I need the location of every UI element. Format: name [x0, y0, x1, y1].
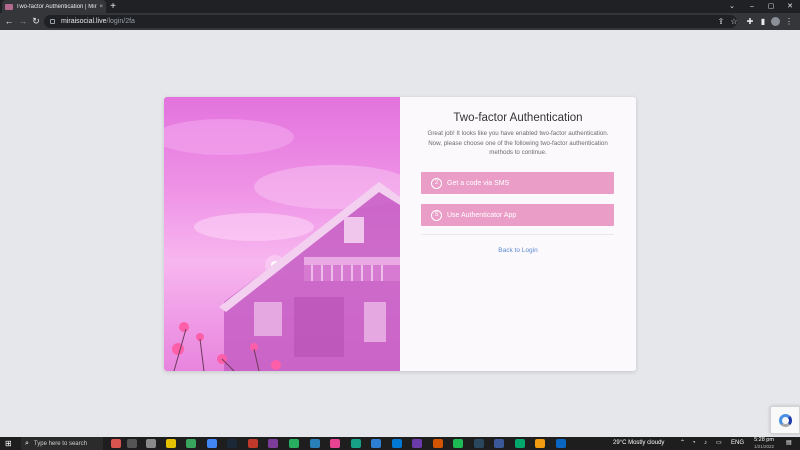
authenticator-app-label: Use Authenticator App — [447, 211, 517, 219]
taskbar-app-icon[interactable] — [289, 439, 299, 448]
windows-taskbar: ⊞ ⌕ Type here to search 29°C Mostly clou… — [0, 437, 800, 450]
recaptcha-badge[interactable] — [770, 406, 800, 434]
weather-widget[interactable]: 29°C Mostly cloudy — [613, 437, 664, 450]
taskbar-app-icon[interactable] — [111, 439, 121, 448]
taskbar-app-icon[interactable] — [310, 439, 320, 448]
taskbar-app-icon[interactable] — [248, 439, 258, 448]
speaker-icon[interactable]: ♪ — [704, 437, 707, 450]
extensions-icon[interactable]: ✚ — [744, 15, 756, 28]
taskbar-app-icon[interactable] — [556, 439, 566, 448]
share-icon[interactable]: ⇪ — [715, 15, 727, 28]
hero-house-image — [164, 97, 400, 371]
taskbar-app-icon[interactable] — [494, 439, 504, 448]
close-window-button[interactable]: ✕ — [781, 0, 799, 13]
search-icon: ⌕ — [25, 439, 29, 447]
authenticator-app-button[interactable]: S Use Authenticator App — [421, 204, 614, 226]
forward-arrow-icon[interactable]: → — [17, 15, 29, 28]
bookmark-star-icon[interactable]: ☆ — [728, 15, 740, 28]
back-arrow-icon[interactable]: ← — [3, 15, 15, 28]
back-to-login-link[interactable]: Back to Login — [400, 247, 636, 254]
browser-menu-icon[interactable]: ⋮ — [783, 15, 795, 28]
recaptcha-logo-icon — [779, 414, 792, 427]
browser-toolbar: ← → ↻ miraisocial.live /login/2fa ⇪ ☆ ✚ … — [0, 13, 800, 30]
taskbar-app-icon[interactable] — [146, 439, 156, 448]
taskbar-app-icon[interactable] — [186, 439, 196, 448]
url-path: /login/2fa — [106, 18, 135, 25]
minimize-button[interactable]: – — [743, 0, 761, 13]
taskbar-app-icon[interactable] — [268, 439, 278, 448]
lock-icon[interactable] — [50, 19, 55, 24]
new-tab-button[interactable]: + — [108, 0, 118, 13]
authenticator-app-icon: S — [431, 209, 442, 221]
auth-card: Two-factor Authentication Great job! It … — [164, 97, 636, 371]
auth-panel: Two-factor Authentication Great job! It … — [400, 97, 636, 371]
taskbar-app-icon[interactable] — [433, 439, 443, 448]
address-bar[interactable]: miraisocial.live /login/2fa — [44, 15, 737, 28]
clock-date: 1/21/2022 — [753, 444, 775, 449]
network-icon[interactable]: ◔ — [692, 437, 696, 450]
maximize-button[interactable]: ▢ — [762, 0, 780, 13]
site-favicon-icon — [5, 3, 13, 10]
profile-avatar[interactable] — [771, 17, 780, 26]
sms-code-label: Get a code via SMS — [447, 179, 510, 187]
task-view-icon[interactable] — [127, 439, 137, 448]
battery-icon[interactable]: ▭ — [716, 437, 722, 450]
taskbar-search-placeholder: Type here to search — [33, 440, 87, 447]
divider — [421, 234, 614, 235]
chrome-icon[interactable] — [207, 439, 217, 448]
page-title: Two-factor Authentication — [453, 112, 583, 124]
reload-icon[interactable]: ↻ — [30, 15, 42, 28]
sms-code-button[interactable]: 2 Get a code via SMS — [421, 172, 614, 194]
visual-studio-icon[interactable] — [412, 439, 422, 448]
notifications-icon[interactable]: ▤ — [786, 437, 792, 450]
url-host: miraisocial.live — [61, 18, 107, 25]
spotify-icon[interactable] — [453, 439, 463, 448]
taskbar-app-icon[interactable] — [371, 439, 381, 448]
house-illustration — [164, 119, 400, 371]
steam-icon[interactable] — [474, 439, 484, 448]
windows-start-icon[interactable]: ⊞ — [5, 439, 14, 448]
taskbar-app-icon[interactable] — [330, 439, 340, 448]
taskbar-app-icon[interactable] — [351, 439, 361, 448]
language-indicator[interactable]: ENG — [731, 437, 744, 450]
taskbar-app-icon[interactable] — [515, 439, 525, 448]
vscode-icon[interactable] — [392, 439, 402, 448]
sms-chat-icon: 2 — [431, 177, 442, 189]
sidebar-icon[interactable]: ▮ — [757, 15, 769, 28]
browser-tab[interactable]: Two-factor Authentication | Mirai × — [2, 0, 106, 13]
auth-description: Great job! It looks like you have enable… — [427, 130, 609, 157]
taskbar-clock[interactable]: 5:28 pm 1/21/2022 — [748, 437, 780, 450]
tab-search-icon[interactable]: ⌄ — [723, 0, 741, 13]
clock-time: 5:28 pm — [754, 437, 774, 443]
taskbar-app-icon[interactable] — [535, 439, 545, 448]
tab-close-icon[interactable]: × — [99, 4, 103, 10]
taskbar-search-box[interactable]: ⌕ Type here to search — [21, 437, 103, 450]
tray-chevron-icon[interactable]: ⌃ — [680, 437, 685, 450]
file-explorer-icon[interactable] — [166, 439, 176, 448]
browser-tabstrip: Two-factor Authentication | Mirai × + ⌄ … — [0, 0, 800, 13]
steam-icon[interactable] — [227, 439, 237, 448]
tab-title: Two-factor Authentication | Mirai — [16, 3, 98, 10]
